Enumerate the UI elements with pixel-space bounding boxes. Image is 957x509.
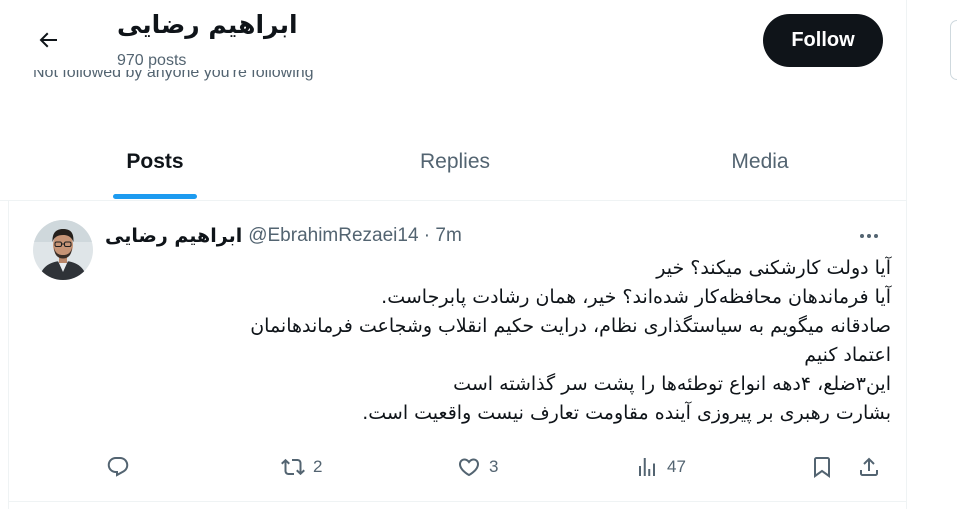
avatar[interactable]: [33, 220, 93, 280]
retweet-button[interactable]: 2: [281, 450, 322, 484]
tab-media[interactable]: Media: [700, 130, 820, 200]
frame-border: [906, 0, 907, 509]
share-icon: [860, 457, 878, 476]
tab-posts[interactable]: Posts: [100, 130, 210, 200]
tweet-actions: 2 3 47: [9, 450, 906, 486]
retweet-count: 2: [313, 457, 323, 476]
more-options-button[interactable]: [852, 224, 886, 248]
back-button[interactable]: [28, 22, 68, 58]
tweet[interactable]: ابراهیم رضایی @EbrahimRezaei14 · 7m آیا …: [9, 202, 906, 502]
reply-icon: [107, 457, 129, 477]
tweet-text-line: آیا دولت کارشکنی میکند؟ خیر: [656, 257, 891, 279]
tweet-text-line: اعتماد کنیم: [804, 344, 891, 366]
views-button[interactable]: 47: [635, 450, 686, 484]
like-count: 3: [489, 457, 499, 476]
more-dots-icon: [860, 234, 878, 238]
side-panel-edge: [950, 20, 957, 80]
tweet-text: آیا دولت کارشکنی میکند؟ خیر آیا فرماندها…: [105, 254, 891, 428]
arrow-left-icon: [39, 32, 57, 48]
profile-header: ابراهیم رضایی 970 posts Not followed by …: [0, 0, 906, 100]
tweet-meta: ابراهیم رضایی @EbrahimRezaei14 · 7m: [105, 222, 462, 250]
like-button[interactable]: 3: [457, 450, 498, 484]
active-tab-indicator: [113, 194, 197, 199]
profile-tabs: Posts Replies Media: [0, 130, 906, 201]
bookmark-icon: [814, 457, 830, 478]
tweet-text-line: بشارت رهبری بر پیروزی آینده مقاومت تعارف…: [362, 402, 891, 424]
tweet-author-name[interactable]: ابراهیم رضایی: [105, 225, 242, 247]
followers-you-know-note: Not followed by anyone you're following: [33, 70, 314, 81]
tweet-text-line: صادقانه میگویم به سیاستگذاری نظام، درایت…: [250, 315, 891, 337]
share-button[interactable]: [857, 450, 881, 484]
tab-replies[interactable]: Replies: [395, 130, 515, 200]
avatar-image: [33, 220, 93, 280]
retweet-icon: [281, 458, 305, 476]
tweet-handle-time[interactable]: @EbrahimRezaei14 · 7m: [248, 225, 462, 247]
follow-button[interactable]: Follow: [763, 14, 883, 67]
tweet-text-line: آیا فرماندهان محافظه‌کار شده‌اند؟ خیر، ه…: [381, 286, 891, 308]
bookmark-button[interactable]: [810, 450, 834, 484]
tweet-text-line: این۳ضلع، ۴دهه انواع توطئه‌ها را پشت سر گ…: [453, 373, 891, 395]
views-count: 47: [667, 457, 686, 476]
heart-icon: [458, 458, 480, 477]
profile-display-name: ابراهیم رضایی: [117, 10, 298, 39]
bar-chart-icon: [639, 458, 655, 476]
post-count: 970 posts: [117, 52, 187, 69]
reply-button[interactable]: [106, 450, 138, 484]
divider: [9, 501, 906, 502]
